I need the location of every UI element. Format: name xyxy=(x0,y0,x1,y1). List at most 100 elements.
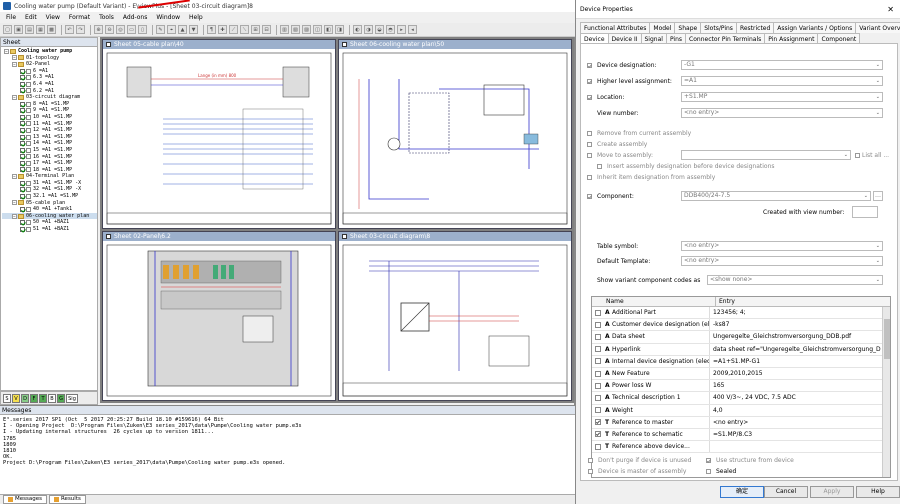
toolbar-tool-icon[interactable]: ▧ xyxy=(291,25,300,34)
toolbar-tool-icon[interactable]: ◎ xyxy=(116,25,125,34)
device-designation-field[interactable]: -G1 ⌄ xyxy=(681,60,883,70)
ok-button[interactable]: 确定 xyxy=(720,486,764,498)
tab-assign-variants-options[interactable]: Assign Variants / Options xyxy=(773,22,857,33)
attribute-row[interactable]: A Hyperlink data sheet ref="Ungeregelte_Gl… xyxy=(592,343,890,356)
tree-item[interactable]: 10 =A1 =S1.MP xyxy=(2,114,97,121)
attribute-row[interactable]: A Customer device designation (el... -ks87 xyxy=(592,319,890,332)
attribute-row[interactable]: T Reference above device... xyxy=(592,441,890,454)
attribute-checkbox[interactable] xyxy=(595,443,601,450)
attribute-checkbox[interactable] xyxy=(595,431,601,438)
expand-icon[interactable]: − xyxy=(4,48,9,54)
higher-level-checkbox[interactable] xyxy=(587,78,592,84)
dont-purge-checkbox[interactable] xyxy=(588,457,593,463)
panel-tab-d[interactable]: D xyxy=(21,393,29,403)
panel-tab-b[interactable]: B xyxy=(48,393,56,403)
toolbar-tool-icon[interactable]: ✎ xyxy=(156,25,165,34)
sheet-checkbox[interactable] xyxy=(20,187,25,193)
expand-icon[interactable]: − xyxy=(12,213,17,219)
attribute-row[interactable]: A Internal device designation (elec... =A1… xyxy=(592,355,890,368)
sheet-checkbox[interactable] xyxy=(20,207,25,213)
toolbar-tool-icon[interactable]: ▥ xyxy=(280,25,289,34)
attribute-row[interactable]: A New Feature 2009,2010,2015 xyxy=(592,367,890,381)
attribute-checkbox[interactable] xyxy=(595,321,601,328)
sheet-checkbox[interactable] xyxy=(20,81,25,87)
attribute-entry[interactable]: =S1.MP/8.C3 xyxy=(709,428,890,441)
tree-item[interactable]: − 03-circuit diagram xyxy=(2,94,97,101)
cancel-button[interactable]: Cancel xyxy=(764,486,808,498)
attribute-checkbox[interactable] xyxy=(595,346,601,353)
sheet-window-cooling-water-plan[interactable]: Sheet 06-cooling water plan\50 xyxy=(338,39,572,229)
attribute-checkbox[interactable] xyxy=(595,309,601,316)
attribute-checkbox[interactable] xyxy=(595,333,601,340)
sheet-checkbox[interactable] xyxy=(20,108,25,114)
sheet-checkbox[interactable] xyxy=(20,154,25,160)
menu-item-edit[interactable]: Edit xyxy=(25,14,37,21)
tree-item[interactable]: − 04-Terminal Plan xyxy=(2,173,97,180)
create-assembly-checkbox[interactable] xyxy=(587,141,592,147)
toolbar-tool-icon[interactable]: ▣ xyxy=(14,25,23,34)
toolbar-tool-icon[interactable]: ¶ xyxy=(207,25,216,34)
tree-item[interactable]: 6 =A1 xyxy=(2,68,97,75)
expand-icon[interactable]: − xyxy=(12,174,17,180)
help-button[interactable]: Help xyxy=(856,486,900,498)
toolbar-tool-icon[interactable]: ✚ xyxy=(218,25,227,34)
panel-tab-s[interactable]: S xyxy=(3,393,11,403)
tree-item[interactable]: 12 =A1 =S1.MP xyxy=(2,127,97,134)
menu-item-help[interactable]: Help xyxy=(189,14,203,21)
panel-tab-t[interactable]: T xyxy=(39,393,47,403)
attribute-row[interactable]: T Reference to schematic =S1.MP/8.C3 xyxy=(592,428,890,442)
attribute-entry[interactable]: 4,0 xyxy=(709,404,890,416)
toolbar-tool-icon[interactable]: ◐ xyxy=(353,25,362,34)
toolbar-tool-icon[interactable]: ▼ xyxy=(189,25,198,34)
close-icon[interactable]: ✕ xyxy=(887,5,894,14)
tab-messages[interactable]: Messages xyxy=(3,495,47,504)
attribute-entry[interactable]: 2009,2010,2015 xyxy=(709,367,890,380)
attribute-checkbox[interactable] xyxy=(595,419,601,426)
panel-tab-g[interactable]: G xyxy=(57,393,65,403)
show-variant-select[interactable]: <show none> ⌄ xyxy=(707,275,883,285)
tree-item[interactable]: 16 =A1 =S1.MP xyxy=(2,154,97,161)
toolbar-tool-icon[interactable]: ◓ xyxy=(386,25,395,34)
toolbar-tool-icon[interactable]: ◂ xyxy=(408,25,417,34)
toolbar-tool-icon[interactable]: ⊞ xyxy=(251,25,260,34)
sheet-checkbox[interactable] xyxy=(20,167,25,173)
location-checkbox[interactable] xyxy=(587,94,592,100)
toolbar-tool-icon[interactable]: ▩ xyxy=(47,25,56,34)
attribute-entry[interactable]: <no entry> xyxy=(709,416,890,428)
sheet-window-circuit-diagram[interactable]: Sheet 03-circuit diagram\8 xyxy=(338,231,572,401)
created-view-field[interactable] xyxy=(852,206,879,218)
attribute-row[interactable]: A Weight 4,0 xyxy=(592,404,890,417)
attribute-checkbox[interactable] xyxy=(595,382,601,389)
attribute-checkbox[interactable] xyxy=(595,370,601,377)
sheet-checkbox[interactable] xyxy=(20,127,25,133)
table-symbol-select[interactable]: <no entry> ⌄ xyxy=(681,241,883,251)
tree-item[interactable]: 18 =A1 =S1.MP xyxy=(2,167,97,174)
tree-item[interactable]: 6.2 =A1 xyxy=(2,88,97,95)
tab-variant-overview[interactable]: Variant Overview xyxy=(855,22,900,33)
expand-icon[interactable]: − xyxy=(12,55,17,61)
tree-item[interactable]: 15 =A1 =S1.MP xyxy=(2,147,97,154)
sheet-checkbox[interactable] xyxy=(20,141,25,147)
attribute-grid-scrollbar[interactable] xyxy=(882,307,890,477)
toolbar-tool-icon[interactable]: ◑ xyxy=(364,25,373,34)
tree-item[interactable]: 14 =A1 =S1.MP xyxy=(2,140,97,147)
move-assembly-select[interactable]: ⌄ xyxy=(681,150,851,160)
attribute-entry[interactable]: Ungeregelte_Gleichstromversorgung_DDB.pd… xyxy=(709,331,890,343)
use-structure-checkbox[interactable] xyxy=(706,457,711,463)
tree-item[interactable]: − 02-Panel xyxy=(2,61,97,68)
toolbar-tool-icon[interactable]: ▨ xyxy=(302,25,311,34)
tab-shape[interactable]: Shape xyxy=(674,22,702,33)
toolbar-tool-icon[interactable]: ▭ xyxy=(127,25,136,34)
toolbar-tool-icon[interactable]: ⊖ xyxy=(105,25,114,34)
attribute-row[interactable]: A Additional Part 123456; 4; xyxy=(592,307,890,320)
attribute-entry[interactable]: data sheet ref="Ungeregelte_Gleichstromv… xyxy=(709,343,890,355)
toolbar-tool-icon[interactable]: ▢ xyxy=(3,25,12,34)
attribute-checkbox[interactable] xyxy=(595,394,601,401)
toolbar-tool-icon[interactable]: ⊟ xyxy=(262,25,271,34)
attribute-row[interactable]: A Data sheet Ungeregelte_Gleichstromversor… xyxy=(592,331,890,344)
expand-icon[interactable]: − xyxy=(12,61,17,67)
tree-item[interactable]: 11 =A1 =S1.MP xyxy=(2,121,97,128)
tree-item[interactable]: − Cooling water pump xyxy=(2,48,97,55)
menu-item-window[interactable]: Window xyxy=(156,14,180,21)
device-master-checkbox[interactable] xyxy=(588,468,593,474)
